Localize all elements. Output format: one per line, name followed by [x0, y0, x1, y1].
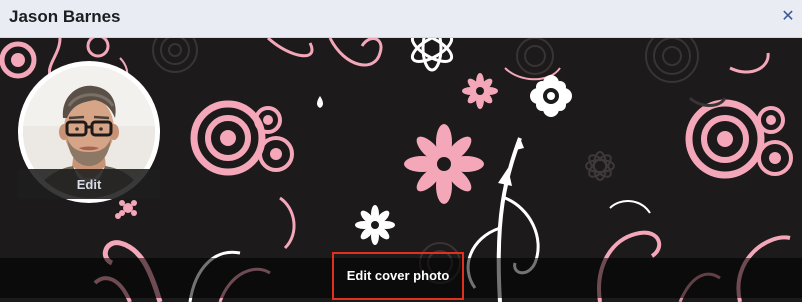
profile-editor-window: Jason Barnes ✕ Edit cover photo Edit	[0, 0, 802, 302]
dialog-header: Jason Barnes ✕	[0, 0, 802, 38]
edit-profile-picture-label: Edit	[76, 177, 102, 192]
dialog-title: Jason Barnes	[9, 7, 121, 26]
edit-cover-photo-label: Edit cover photo	[346, 268, 450, 283]
edit-cover-photo-button[interactable]: Edit cover photo	[332, 252, 464, 300]
edit-profile-picture-button[interactable]: Edit	[18, 169, 160, 199]
close-icon[interactable]: ✕	[780, 9, 796, 25]
